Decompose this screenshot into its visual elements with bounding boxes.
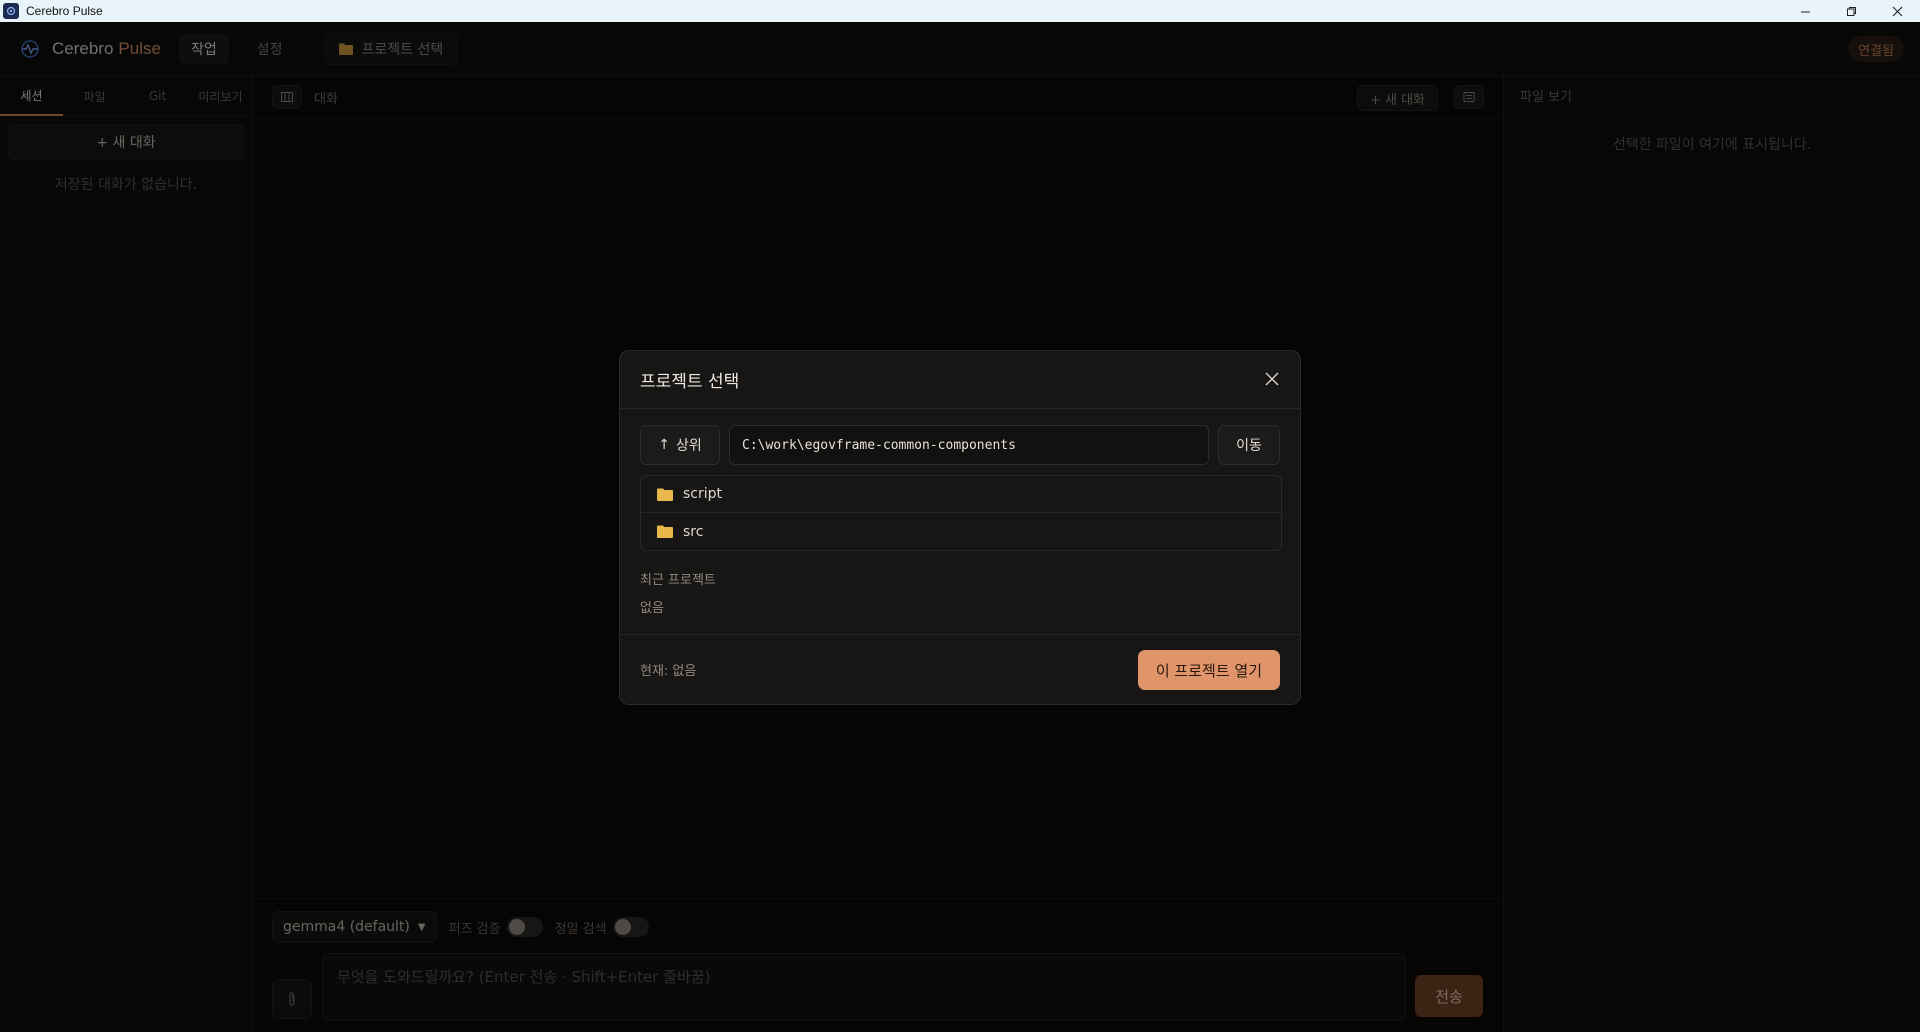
window-title: Cerebro Pulse [26,4,103,18]
folder-name: src [683,523,704,540]
dialog-title: 프로젝트 선택 [640,372,740,392]
minimize-icon [1800,11,1810,12]
parent-dir-button[interactable]: ↑ 상위 [640,425,720,465]
path-input[interactable]: C:\work\egovframe-common-components [729,425,1209,465]
close-window-button[interactable] [1874,0,1920,22]
restore-button[interactable] [1828,0,1874,22]
restore-icon [1846,6,1856,16]
parent-dir-label: 상위 [675,438,702,454]
current-project-text: 현재: 없음 [640,664,697,679]
close-icon [1892,6,1902,16]
recent-projects-empty: 없음 [640,601,664,616]
recent-projects-label: 최근 프로젝트 [640,573,716,588]
minimize-button[interactable] [1782,0,1828,22]
folder-list: script src [640,475,1282,551]
arrow-up-icon: ↑ [658,437,670,453]
folder-icon [657,488,673,501]
app-icon [3,3,19,19]
go-button[interactable]: 이동 [1218,425,1280,465]
window-titlebar: Cerebro Pulse [0,0,1920,22]
folder-name: script [683,486,723,502]
close-icon[interactable] [1264,371,1280,387]
folder-icon [657,525,673,538]
folder-item[interactable]: script [641,476,1281,513]
project-select-dialog: 프로젝트 선택 ↑ 상위 C:\work\egovframe-common-co… [619,350,1301,705]
open-project-button[interactable]: 이 프로젝트 열기 [1137,650,1280,690]
folder-item[interactable]: src [641,513,1281,550]
